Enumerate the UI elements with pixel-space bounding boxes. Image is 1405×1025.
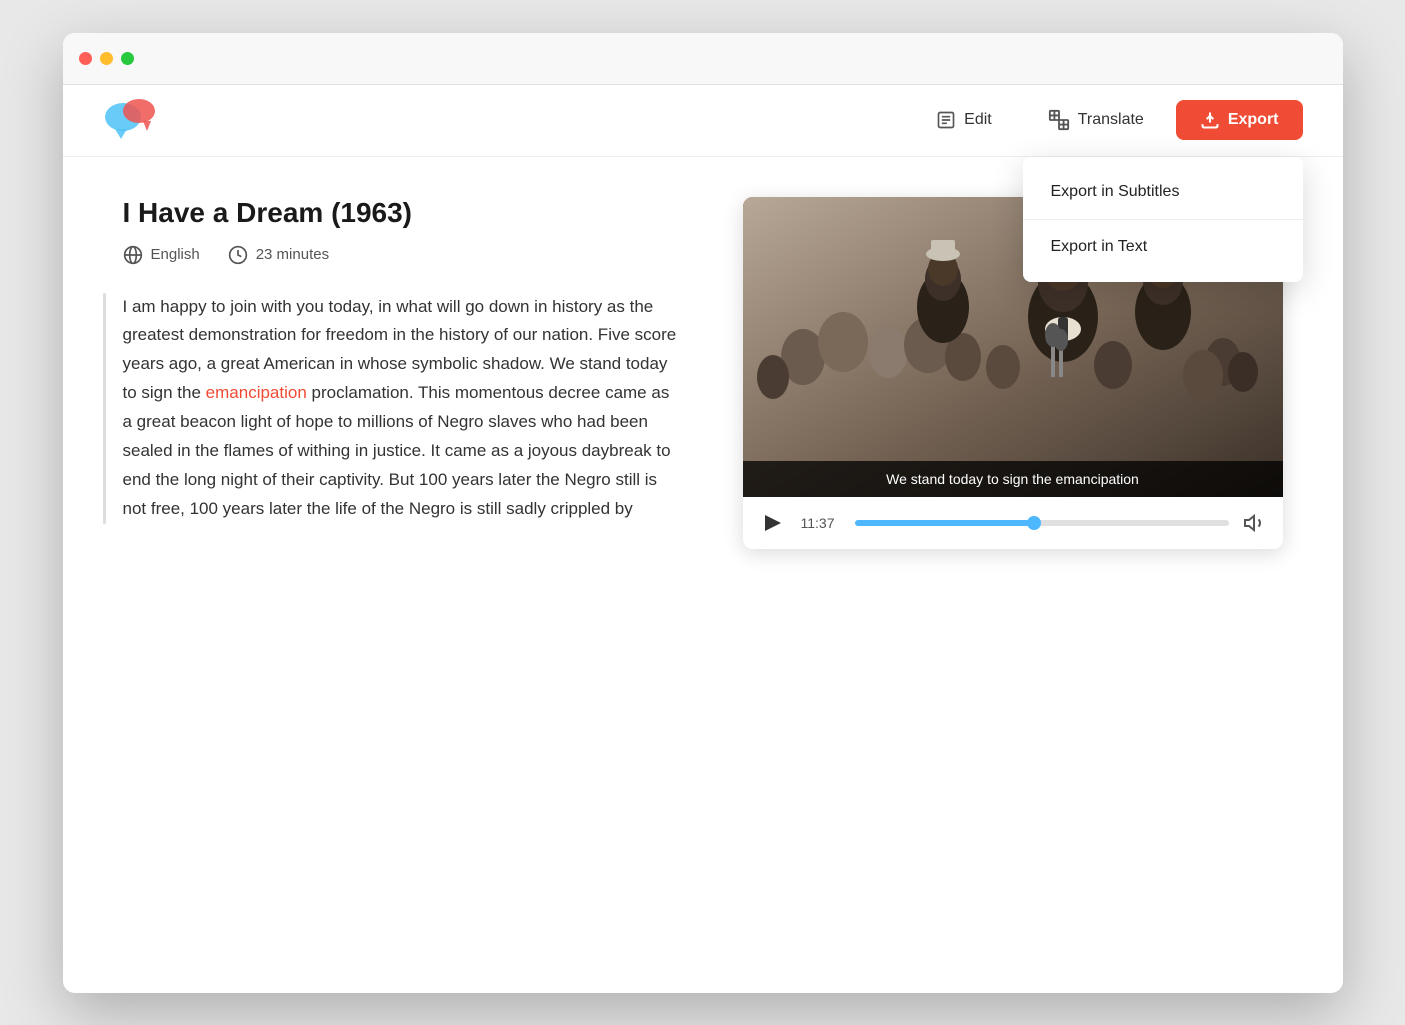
- translate-button[interactable]: Translate: [1024, 99, 1168, 141]
- clock-icon: [228, 245, 248, 265]
- language-label: English: [151, 246, 200, 263]
- app-window: Edit Translate Export: [63, 33, 1343, 993]
- maximize-button[interactable]: [121, 52, 134, 65]
- video-controls: 11:37: [743, 497, 1283, 549]
- play-button[interactable]: [759, 509, 787, 537]
- text-after-highlight: proclamation. This momentous decree came…: [123, 383, 671, 518]
- edit-icon: [936, 110, 956, 130]
- doc-text-paragraph: I am happy to join with you today, in wh…: [123, 293, 683, 524]
- progress-knob[interactable]: [1027, 516, 1041, 530]
- edit-label: Edit: [964, 111, 992, 129]
- nav-bar: Edit Translate Export: [63, 85, 1343, 157]
- doc-body: I am happy to join with you today, in wh…: [123, 293, 683, 524]
- export-subtitles-item[interactable]: Export in Subtitles: [1023, 165, 1303, 219]
- title-bar: [63, 33, 1343, 85]
- text-panel: I Have a Dream (1963) English 23 min: [123, 197, 683, 549]
- edit-button[interactable]: Edit: [912, 100, 1016, 140]
- export-icon: [1200, 110, 1220, 130]
- export-text-item[interactable]: Export in Text: [1023, 220, 1303, 274]
- highlight-word: emancipation: [206, 383, 307, 402]
- volume-button[interactable]: [1243, 511, 1267, 535]
- doc-meta: English 23 minutes: [123, 245, 683, 265]
- timestamp: 11:37: [801, 515, 841, 531]
- progress-fill: [855, 520, 1035, 526]
- play-icon: [765, 515, 781, 531]
- translate-label: Translate: [1078, 111, 1144, 129]
- progress-bar[interactable]: [855, 520, 1229, 526]
- close-button[interactable]: [79, 52, 92, 65]
- volume-icon: [1243, 511, 1267, 535]
- video-subtitle: We stand today to sign the emancipation: [743, 461, 1283, 497]
- nav-actions: Edit Translate Export: [912, 99, 1302, 141]
- language-meta: English: [123, 245, 200, 265]
- export-dropdown: Export in Subtitles Export in Text: [1023, 157, 1303, 282]
- globe-icon: [123, 245, 143, 265]
- duration-label: 23 minutes: [256, 246, 329, 263]
- export-label: Export: [1228, 111, 1279, 129]
- logo-icon: [103, 95, 163, 145]
- minimize-button[interactable]: [100, 52, 113, 65]
- accent-bar: [103, 293, 106, 524]
- doc-title: I Have a Dream (1963): [123, 197, 683, 229]
- export-button[interactable]: Export: [1176, 100, 1303, 140]
- logo: [103, 95, 163, 145]
- duration-meta: 23 minutes: [228, 245, 329, 265]
- translate-icon: [1048, 109, 1070, 131]
